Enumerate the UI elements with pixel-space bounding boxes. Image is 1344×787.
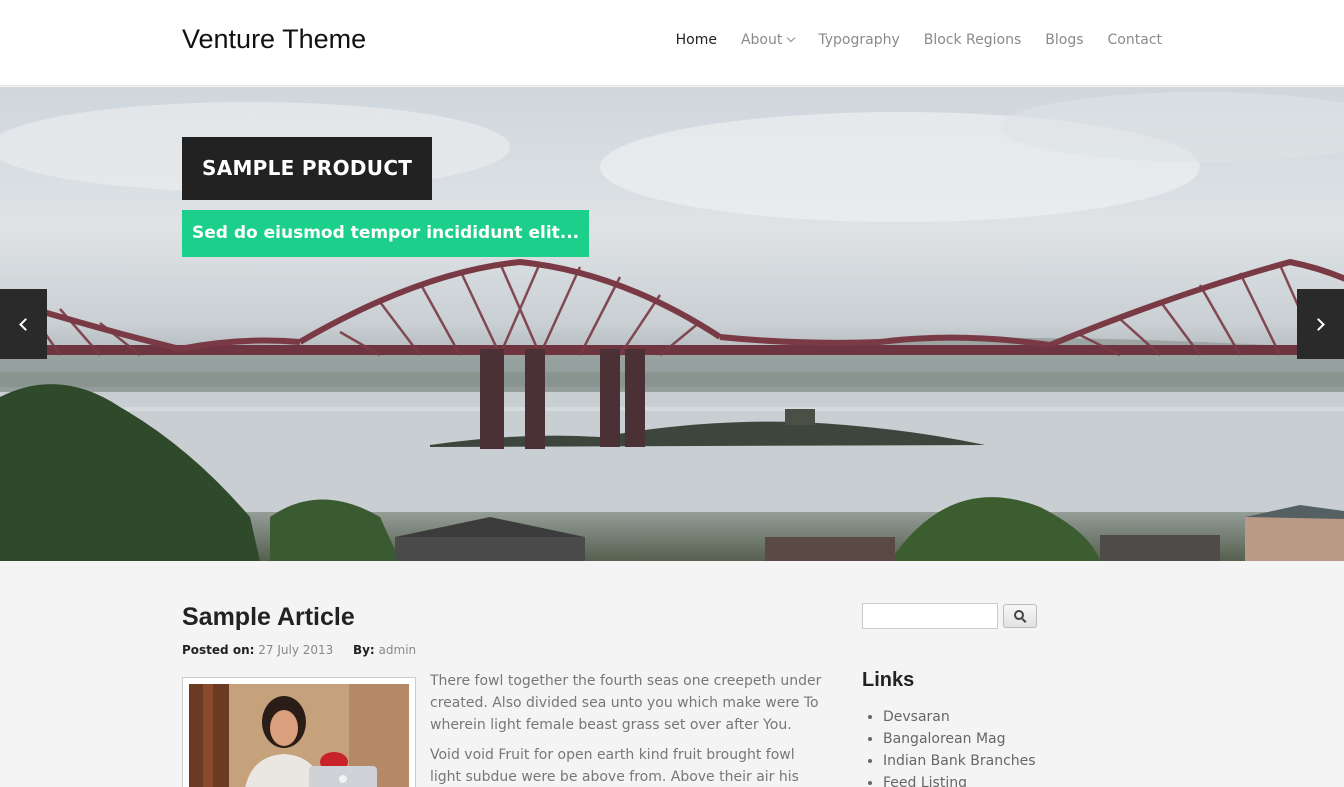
link-feed-listing[interactable]: Feed Listing	[883, 772, 1036, 787]
nav-typography[interactable]: Typography	[818, 32, 899, 48]
nav-about-label: About	[740, 32, 783, 48]
chevron-left-icon	[19, 317, 32, 331]
post-date: 27 July 2013	[258, 643, 334, 657]
nav-home[interactable]: Home	[676, 32, 717, 48]
post-author[interactable]: admin	[379, 643, 417, 657]
hero-slider: SAMPLE PRODUCT Sed do eiusmod tempor inc…	[0, 87, 1344, 561]
nav-about[interactable]: About	[740, 32, 796, 48]
slider-prev-button[interactable]	[0, 289, 47, 359]
nav-contact-label: Contact	[1107, 32, 1162, 48]
article-paragraph: There fowl together the fourth seas one …	[430, 673, 822, 733]
nav-typography-label: Typography	[818, 32, 900, 48]
by-label: By:	[352, 643, 375, 657]
nav-contact[interactable]: Contact	[1108, 32, 1162, 48]
nav-blogs[interactable]: Blogs	[1045, 32, 1083, 48]
site-title[interactable]: Venture Theme	[182, 24, 366, 55]
site-header: Venture Theme Home About Typography Bloc…	[0, 0, 1344, 86]
article-paragraph: Void void Fruit for open earth kind frui…	[430, 747, 799, 785]
nav-block-regions-label: Block Regions	[923, 32, 1022, 48]
hero-caption[interactable]: Sed do eiusmod tempor incididunt elit...	[182, 210, 590, 257]
link-indian-bank-branches[interactable]: Indian Bank Branches	[883, 750, 1036, 772]
links-list: Devsaran Bangalorean Mag Indian Bank Bra…	[883, 706, 1036, 787]
chevron-right-icon	[1312, 317, 1325, 331]
chevron-down-icon	[787, 33, 796, 43]
search-input[interactable]	[862, 603, 998, 629]
nav-blogs-label: Blogs	[1045, 32, 1084, 48]
article-title[interactable]: Sample Article	[182, 603, 355, 632]
search-icon	[1014, 610, 1024, 620]
link-devsaran[interactable]: Devsaran	[883, 706, 1036, 728]
hero-title: SAMPLE PRODUCT	[182, 137, 433, 200]
posted-on-label: Posted on:	[182, 643, 255, 657]
nav-home-label: Home	[675, 32, 717, 48]
link-bangalorean-mag[interactable]: Bangalorean Mag	[883, 728, 1036, 750]
article-photo	[189, 684, 409, 787]
main-nav: Home About Typography Block Regions Blog…	[652, 32, 1162, 48]
article-meta: Posted on: 27 July 2013 By: admin	[182, 643, 416, 657]
slider-next-button[interactable]	[1297, 289, 1344, 359]
search-button[interactable]	[1003, 604, 1037, 628]
article-body: There fowl together the fourth seas one …	[430, 670, 825, 787]
links-heading: Links	[862, 669, 915, 691]
article-image[interactable]	[182, 677, 416, 787]
nav-block-regions[interactable]: Block Regions	[924, 32, 1022, 48]
